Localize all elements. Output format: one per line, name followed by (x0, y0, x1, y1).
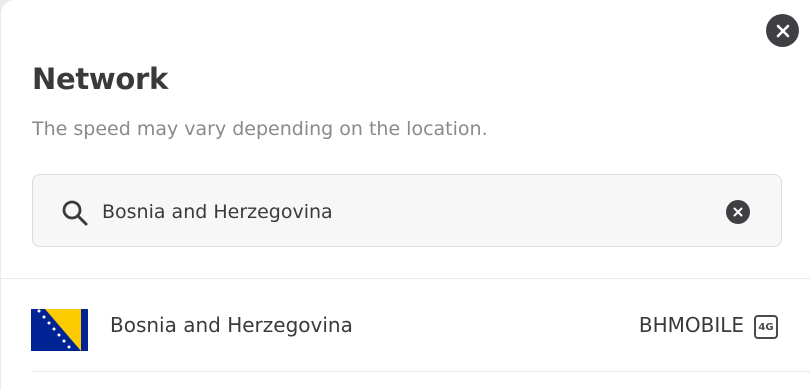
network-dialog: Network The speed may vary depending on … (1, 0, 810, 390)
country-name: Bosnia and Herzegovina (110, 313, 353, 337)
carrier-name: BHMOBILE (638, 313, 744, 337)
list-item[interactable]: Bosnia and Herzegovina BHMOBILE 4G (1, 279, 810, 371)
network-type-badge: 4G (754, 315, 778, 339)
close-button[interactable] (766, 14, 799, 47)
search-box (32, 174, 782, 247)
clear-search-button[interactable] (726, 200, 750, 224)
search-input[interactable] (102, 197, 702, 227)
search-icon (62, 200, 88, 226)
dialog-subtitle: The speed may vary depending on the loca… (32, 118, 488, 140)
dialog-title: Network (32, 62, 169, 96)
close-icon (776, 24, 789, 37)
clear-icon (733, 207, 743, 217)
bosnia-and-herzegovina-flag (31, 309, 88, 351)
row-divider (32, 371, 810, 372)
